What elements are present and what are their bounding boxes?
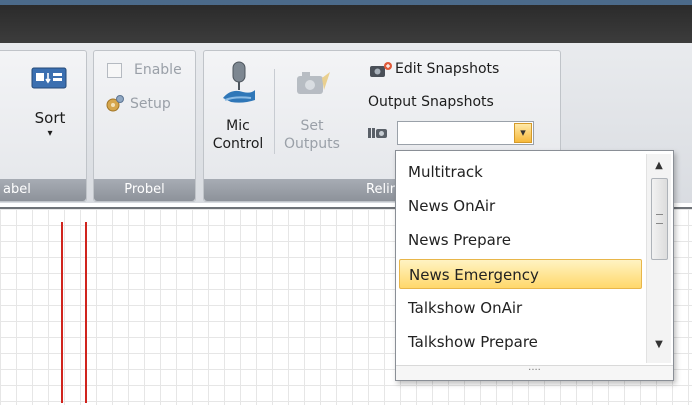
sort-label: Sort bbox=[34, 109, 66, 127]
snapshot-icon bbox=[368, 125, 388, 145]
mic-control-button[interactable]: Mic Control bbox=[209, 56, 267, 156]
snapshot-dropdown-list[interactable]: Multitrack News OnAir News Prepare News Eme… bbox=[395, 150, 674, 381]
setup-icon bbox=[105, 94, 125, 118]
mic-label-line2: Control bbox=[212, 136, 264, 152]
dropdown-scrollbar[interactable]: ▲ ▼ bbox=[646, 154, 671, 363]
mic-label-line1: Mic bbox=[226, 118, 250, 134]
chevron-down-icon: ▾ bbox=[47, 128, 53, 139]
dropdown-item[interactable]: Multitrack bbox=[399, 157, 642, 187]
edit-snapshots-button[interactable]: Edit Snapshots bbox=[367, 59, 517, 81]
setup-button[interactable]: Setup bbox=[105, 93, 190, 115]
divider bbox=[274, 69, 275, 154]
output-snapshots-label: Output Snapshots bbox=[368, 94, 494, 110]
dropdown-item[interactable]: News Prepare bbox=[399, 225, 642, 255]
checkbox-box bbox=[107, 63, 122, 78]
edit-snapshots-label: Edit Snapshots bbox=[395, 61, 500, 77]
thumb-grip bbox=[656, 214, 663, 224]
dropdown-item[interactable]: News OnAir bbox=[399, 191, 642, 221]
resize-grip[interactable]: ···· bbox=[396, 365, 673, 380]
ribbon-group-probel: Enable Setup Probel bbox=[93, 50, 196, 202]
sort-icon bbox=[30, 64, 70, 98]
marker-line bbox=[61, 222, 63, 403]
enable-label: Enable bbox=[134, 62, 182, 78]
scroll-down-icon[interactable]: ▼ bbox=[647, 339, 671, 350]
setup-label: Setup bbox=[130, 96, 171, 112]
marker-line bbox=[85, 222, 87, 403]
camera-edit-icon bbox=[369, 61, 393, 83]
output-snapshots-select[interactable]: ▾ bbox=[397, 121, 534, 145]
dropdown-item[interactable]: Talkshow OnAir bbox=[399, 293, 642, 323]
ribbon-group-label: Sort ▾ abel bbox=[0, 50, 87, 202]
dropdown-item[interactable]: News Emergency bbox=[399, 259, 642, 289]
chevron-down-icon[interactable]: ▾ bbox=[514, 123, 532, 143]
sort-button[interactable]: Sort ▾ bbox=[25, 106, 75, 146]
scroll-thumb[interactable] bbox=[651, 178, 668, 260]
title-bar bbox=[0, 0, 692, 43]
set-outputs-label-line1: Set bbox=[300, 118, 324, 134]
camera-icon bbox=[296, 70, 332, 104]
enable-checkbox[interactable]: Enable bbox=[107, 61, 187, 81]
set-outputs-button[interactable]: Set Outputs bbox=[280, 56, 344, 156]
group-label-probel: Probel bbox=[94, 179, 195, 201]
microphone-icon bbox=[221, 60, 257, 110]
dropdown-item[interactable]: Talkshow Prepare bbox=[399, 327, 642, 357]
set-outputs-label-line2: Outputs bbox=[284, 136, 340, 152]
group-label-abel: abel bbox=[0, 179, 86, 201]
scroll-up-icon[interactable]: ▲ bbox=[647, 160, 671, 171]
